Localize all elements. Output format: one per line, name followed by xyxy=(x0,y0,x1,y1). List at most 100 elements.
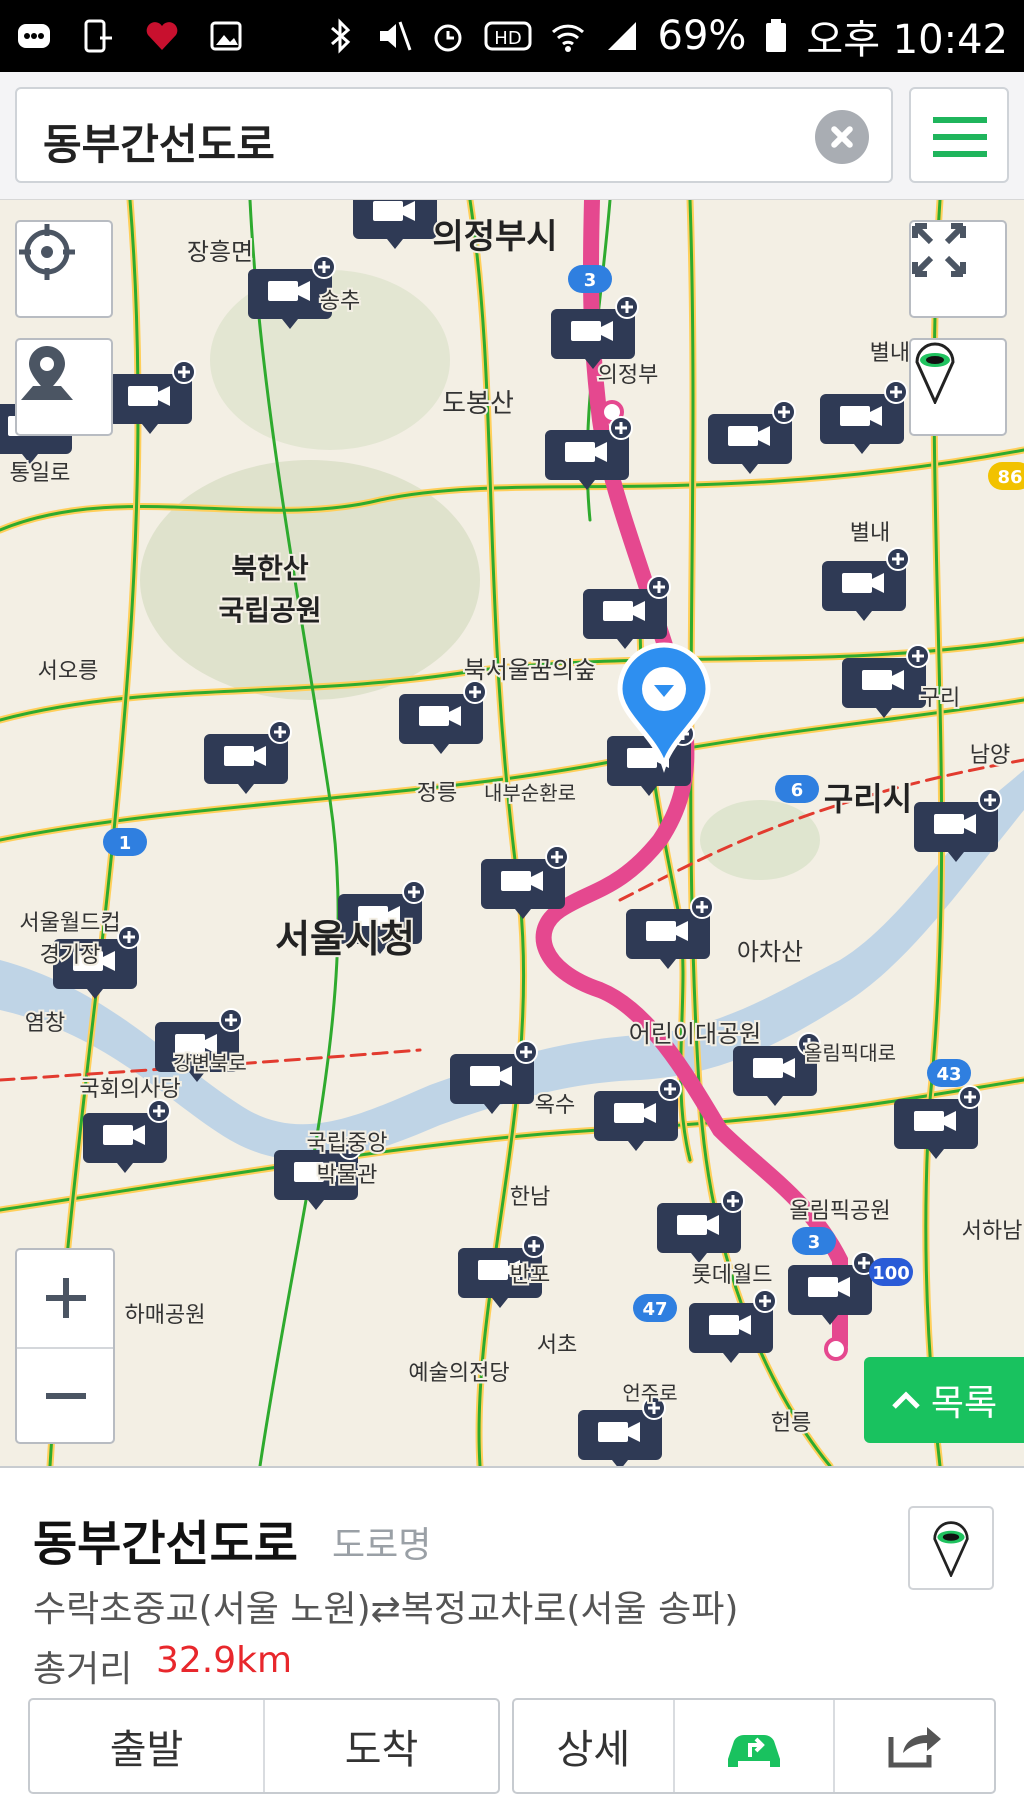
battery-icon xyxy=(766,19,787,52)
image-icon xyxy=(210,21,242,51)
highway-shield: 100 xyxy=(869,1258,913,1286)
search-bar: 동부간선도로 xyxy=(0,72,1024,200)
map-label: 장흥면 xyxy=(187,238,253,266)
detail-button[interactable]: 상세 xyxy=(514,1700,675,1792)
map-label: 북서울꿈의숲 xyxy=(464,656,596,684)
map-label: 한남 xyxy=(510,1185,550,1210)
search-query: 동부간선도로 xyxy=(43,120,275,169)
svg-text:43: 43 xyxy=(936,1064,961,1085)
list-button[interactable]: 목록 xyxy=(864,1357,1024,1443)
highway-shield: 47 xyxy=(633,1294,677,1322)
navigation-button[interactable] xyxy=(675,1700,836,1792)
distance-value: 32.9km xyxy=(156,1640,293,1681)
status-bar: HD 69% 오후 10:42 xyxy=(0,0,1024,72)
start-button[interactable]: 출발 xyxy=(30,1700,265,1792)
map-label: 아차산 xyxy=(737,938,803,966)
zoom-control xyxy=(15,1248,115,1444)
clear-search-button[interactable] xyxy=(815,110,869,164)
map-label: 국립중앙 xyxy=(307,1131,388,1156)
svg-text:1: 1 xyxy=(119,833,132,854)
map-label: 국회의사당 xyxy=(79,1077,180,1102)
distance-label: 총거리 xyxy=(33,1649,133,1690)
device-icon xyxy=(84,19,112,53)
map-label: 예술의전당 xyxy=(408,1361,509,1386)
map-label: 옥수 xyxy=(535,1093,575,1118)
map-label: 정릉 xyxy=(417,781,457,806)
arrive-button[interactable]: 도착 xyxy=(265,1700,498,1792)
menu-button[interactable] xyxy=(909,87,1009,183)
svg-text:86: 86 xyxy=(997,467,1022,488)
map-label: 북한산 xyxy=(231,552,309,585)
map-label: 통일로 xyxy=(10,461,71,486)
zoom-out-button[interactable] xyxy=(17,1348,113,1444)
map-label: 서울시청 xyxy=(275,917,415,961)
highway-shield: 43 xyxy=(927,1059,971,1087)
zoom-in-button[interactable] xyxy=(17,1250,113,1346)
map-label: 송추 xyxy=(320,289,360,314)
map-canvas: 3164334710086 의정부시장흥면송추의정부도봉산별내면통일로별내북한산… xyxy=(0,200,1024,1466)
road-name: 동부간선도로 xyxy=(33,1516,298,1572)
highway-shield: 3 xyxy=(568,265,612,293)
share-icon xyxy=(888,1727,941,1768)
map-label: 의정부시 xyxy=(432,217,557,257)
svg-text:3: 3 xyxy=(584,270,597,291)
map-label: 반포 xyxy=(510,1263,550,1288)
map-label: 도봉산 xyxy=(442,389,514,419)
highway-shield: 6 xyxy=(775,775,819,803)
highway-shield: 1 xyxy=(103,828,147,856)
map-label: 언주로 xyxy=(622,1381,677,1405)
panel-pin-button[interactable] xyxy=(908,1506,994,1590)
map-label: 올림픽공원 xyxy=(789,1199,890,1224)
bluetooth-icon xyxy=(330,18,350,54)
map-label: 하매공원 xyxy=(125,1303,206,1328)
road-type: 도로명 xyxy=(332,1525,432,1566)
svg-text:47: 47 xyxy=(642,1299,667,1320)
map-label: 의정부 xyxy=(598,363,659,388)
alarm-icon xyxy=(434,24,461,52)
map-label: 경기장 xyxy=(40,943,101,968)
road-description: 수락초중교(서울 노원)⇄복정교차로(서울 송파) xyxy=(33,1589,739,1630)
search-input[interactable]: 동부간선도로 xyxy=(15,87,893,183)
svg-text:100: 100 xyxy=(872,1263,910,1284)
chat-icon xyxy=(18,24,50,48)
highway-shield: 86 xyxy=(988,462,1024,490)
map-label: 염창 xyxy=(25,1011,65,1036)
green-pin-icon xyxy=(933,1521,969,1577)
map-label: 서울월드컵 xyxy=(19,911,120,936)
map-layer-button[interactable] xyxy=(909,338,1007,436)
green-pin-icon xyxy=(915,342,955,404)
clock: 오후 10:42 xyxy=(806,17,1008,63)
map-label: 박물관 xyxy=(317,1163,378,1188)
map-label: 서초 xyxy=(537,1333,577,1358)
mute-icon xyxy=(379,21,411,51)
map-pin-icon xyxy=(21,346,73,400)
map-label: 별내 xyxy=(850,521,890,546)
heart-icon xyxy=(146,22,178,50)
map-label: 서하남 xyxy=(962,1219,1023,1244)
car-turn-icon xyxy=(728,1735,780,1767)
list-button-label: 목록 xyxy=(930,1383,998,1424)
wifi-icon xyxy=(551,24,584,52)
map-label: 헌릉 xyxy=(771,1411,811,1436)
share-button[interactable] xyxy=(835,1700,994,1792)
fullscreen-button[interactable] xyxy=(909,220,1007,318)
crosshair-icon xyxy=(19,224,75,280)
svg-text:3: 3 xyxy=(808,1232,821,1253)
map-label: 내부순환로 xyxy=(484,781,576,805)
map-label: 국립공원 xyxy=(218,594,321,627)
map-view[interactable]: 3 1 6 43 3 47 100 86 의정부시 장흥면 송추 의정부 도봉산 별내면 통일로 별내 북한산… xyxy=(0,200,1024,1466)
map-label: 남양 xyxy=(970,743,1010,768)
route-button-group: 출발 도착 xyxy=(28,1698,500,1794)
battery-percent: 69% xyxy=(657,13,747,59)
current-location-button[interactable] xyxy=(15,220,113,318)
place-marker-button[interactable] xyxy=(15,338,113,436)
hd-icon: HD xyxy=(484,21,531,51)
map-label: 올림픽대로 xyxy=(804,1041,896,1065)
svg-text:6: 6 xyxy=(791,780,804,801)
svg-text:HD: HD xyxy=(494,28,521,49)
action-button-group: 상세 xyxy=(512,1698,996,1794)
map-label: 롯데월드 xyxy=(692,1263,773,1288)
chevron-up-icon xyxy=(892,1391,920,1409)
expand-icon xyxy=(912,223,966,277)
map-label: 어린이대공원 xyxy=(629,1020,761,1048)
